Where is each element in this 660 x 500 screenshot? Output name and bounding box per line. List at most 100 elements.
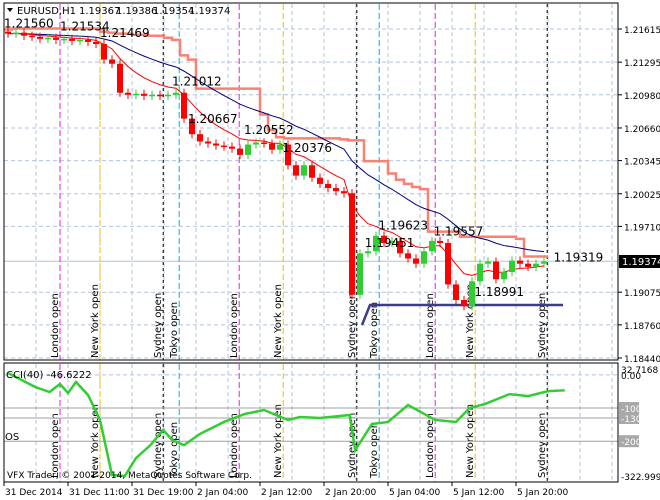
ohlc-close: 1.19374 bbox=[189, 6, 230, 17]
price-axis-label: 1.20980 bbox=[624, 92, 660, 102]
bull-candle bbox=[477, 263, 483, 282]
bear-candle bbox=[53, 37, 59, 40]
time-axis-label: 31 Dec 2014 bbox=[5, 488, 63, 498]
session-label: London open bbox=[229, 413, 240, 478]
price-level-label: 1.21012 bbox=[172, 74, 222, 88]
bear-candle bbox=[517, 260, 523, 264]
time-axis-label: 5 Jan 04:00 bbox=[389, 488, 441, 498]
bear-candle bbox=[269, 143, 275, 150]
price-level-label: 1.19451 bbox=[365, 236, 415, 250]
session-label: Sydney open bbox=[537, 413, 548, 478]
price-level-label: 1.21560 bbox=[4, 16, 54, 30]
price-axis-label: 1.20660 bbox=[624, 125, 660, 135]
current-price-text: 1.19374 bbox=[622, 257, 660, 268]
bear-candle bbox=[221, 145, 227, 148]
session-label: New York open bbox=[273, 284, 284, 358]
session-label: Sydney open bbox=[153, 293, 164, 358]
bear-candle bbox=[261, 142, 267, 144]
bear-candle bbox=[525, 263, 531, 267]
time-axis-label: 2 Jan 04:00 bbox=[197, 488, 249, 498]
bear-candle bbox=[141, 93, 147, 96]
bear-candle bbox=[317, 177, 323, 184]
session-label: London open bbox=[50, 413, 61, 478]
bear-candle bbox=[205, 141, 211, 144]
cci-title: CCI(40) -46.6222 bbox=[6, 370, 92, 381]
session-label: Tokyo open bbox=[369, 302, 380, 359]
chart-window[interactable]: London open London open New York open New Y… bbox=[0, 0, 660, 500]
session-label: London open bbox=[50, 293, 61, 358]
price-axis-label: 1.18440 bbox=[624, 355, 660, 365]
bull-candle bbox=[533, 263, 539, 267]
bear-candle bbox=[69, 38, 75, 41]
bull-candle bbox=[13, 32, 19, 35]
bear-candle bbox=[21, 32, 27, 36]
bull-candle bbox=[45, 37, 51, 40]
session-label: Sydney open bbox=[347, 413, 358, 478]
session-label: London open bbox=[425, 413, 436, 478]
cci-axis-zero: 0.00 bbox=[621, 372, 641, 382]
symbol-header[interactable]: EURUSD,H1 1.19367 1.19386 1.19354 1.1937… bbox=[7, 6, 230, 17]
bear-candle bbox=[101, 44, 107, 60]
bull-candle bbox=[541, 261, 547, 264]
price-axis-label: 1.18760 bbox=[624, 322, 660, 332]
bear-candle bbox=[85, 39, 91, 42]
bear-candle bbox=[293, 165, 299, 176]
bull-candle bbox=[149, 94, 155, 97]
price-level-label: 1.19623 bbox=[378, 219, 428, 233]
bull-candle bbox=[133, 93, 139, 96]
watermark: VFX Trader, © 2001-2014, MetaQuotes Soft… bbox=[7, 471, 252, 481]
time-axis-label: 2 Jan 12:00 bbox=[261, 488, 313, 498]
price-level-label: 1.20552 bbox=[244, 123, 294, 137]
time-axis-label: 5 Jan 12:00 bbox=[453, 488, 505, 498]
bear-candle bbox=[341, 191, 347, 194]
bear-candle bbox=[213, 143, 219, 146]
bear-candle bbox=[29, 35, 35, 38]
session-label: Tokyo open bbox=[369, 422, 380, 479]
bull-candle bbox=[61, 38, 67, 41]
bear-candle bbox=[5, 31, 11, 34]
bear-candle bbox=[117, 63, 123, 93]
bear-candle bbox=[109, 59, 115, 64]
price-level-label: 1.18991 bbox=[474, 285, 524, 299]
cci-level-label: -130 bbox=[621, 415, 642, 425]
bull-candle bbox=[77, 39, 83, 42]
price-axis-label: 1.19075 bbox=[624, 289, 660, 299]
bull-candle bbox=[485, 261, 491, 264]
bull-candle bbox=[509, 260, 515, 272]
cci-axis-bottom: -322.9997 bbox=[621, 473, 660, 483]
bull-candle bbox=[245, 144, 251, 155]
price-axis-label: 1.20345 bbox=[624, 158, 660, 168]
bear-candle bbox=[461, 299, 467, 307]
cci-level-label: -200 bbox=[621, 438, 642, 448]
bear-candle bbox=[229, 146, 235, 149]
bull-candle bbox=[429, 240, 435, 252]
price-level-label: 1.20667 bbox=[188, 112, 238, 126]
bear-candle bbox=[405, 253, 411, 259]
bear-candle bbox=[413, 258, 419, 264]
time-axis-label: 2 Jan 20:00 bbox=[325, 488, 377, 498]
bear-candle bbox=[325, 183, 331, 189]
bear-candle bbox=[93, 41, 99, 45]
ohlc-high: 1.19386 bbox=[116, 6, 157, 17]
symbol-name: EURUSD,H1 bbox=[17, 6, 76, 17]
bear-candle bbox=[493, 261, 499, 280]
bull-candle bbox=[421, 251, 427, 264]
session-label: Sydney open bbox=[347, 293, 358, 358]
bear-candle bbox=[181, 92, 187, 119]
price-axis-label: 1.19710 bbox=[624, 223, 660, 233]
price-axis-label: 1.21295 bbox=[624, 59, 660, 69]
price-level-label: 1.21469 bbox=[100, 26, 150, 40]
session-label: Sydney open bbox=[537, 293, 548, 358]
price-level-label: 1.20376 bbox=[282, 141, 332, 155]
bear-candle bbox=[237, 148, 243, 155]
ohlc-open: 1.19367 bbox=[79, 6, 120, 17]
price-level-label: 1.19319 bbox=[554, 251, 604, 265]
bear-candle bbox=[437, 240, 443, 243]
session-label: New York open bbox=[90, 284, 101, 358]
price-axis-label: 1.20025 bbox=[624, 191, 660, 201]
bear-candle bbox=[157, 94, 163, 97]
session-label: Sydney open bbox=[153, 413, 164, 478]
bull-candle bbox=[357, 253, 363, 295]
bull-candle bbox=[501, 271, 507, 280]
bear-candle bbox=[309, 165, 315, 178]
